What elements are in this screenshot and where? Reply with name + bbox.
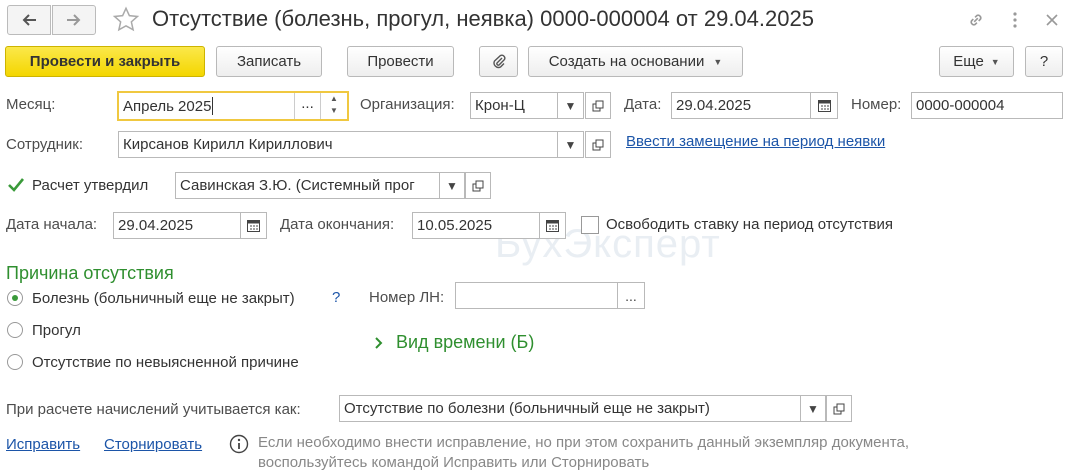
time-type-label: Вид времени (Б) bbox=[396, 332, 535, 352]
end-date-calendar-button[interactable] bbox=[539, 212, 566, 239]
month-select-button[interactable]: ... bbox=[294, 93, 320, 119]
reason-radio-unknown[interactable] bbox=[7, 354, 23, 370]
free-rate-checkbox[interactable] bbox=[581, 216, 599, 234]
number-label: Номер: bbox=[851, 96, 902, 113]
approved-checkbox[interactable] bbox=[7, 176, 25, 194]
start-date-calendar-button[interactable] bbox=[240, 212, 267, 239]
ln-number-label: Номер ЛН: bbox=[369, 289, 445, 306]
info-text: Если необходимо внести исправление, но п… bbox=[258, 433, 1058, 473]
checkmark-icon bbox=[8, 178, 25, 192]
approved-field[interactable]: Савинская З.Ю. (Системный прог bbox=[175, 172, 440, 199]
help-button[interactable]: ? bbox=[1025, 46, 1063, 77]
month-label: Месяц: bbox=[6, 96, 56, 113]
reason-truancy-label: Прогул bbox=[32, 322, 81, 339]
start-date-field[interactable]: 29.04.2025 bbox=[113, 212, 241, 239]
calendar-icon bbox=[546, 220, 559, 232]
employee-dropdown[interactable]: ▼ bbox=[557, 131, 584, 158]
calc-field[interactable]: Отсутствие по болезни (больничный еще не… bbox=[339, 395, 801, 422]
reason-unknown-label: Отсутствие по невыясненной причине bbox=[32, 354, 299, 371]
organization-dropdown[interactable]: ▼ bbox=[557, 92, 584, 119]
date-label: Дата: bbox=[624, 96, 662, 113]
open-window-icon bbox=[472, 180, 484, 191]
forward-button[interactable] bbox=[52, 5, 96, 35]
open-window-icon bbox=[833, 403, 845, 414]
calendar-icon bbox=[247, 220, 260, 232]
chevron-right-icon bbox=[375, 336, 383, 349]
number-field[interactable]: 0000-000004 bbox=[911, 92, 1063, 119]
ln-number-select-button[interactable]: ... bbox=[617, 282, 645, 309]
favorite-star-icon[interactable] bbox=[110, 5, 142, 35]
organization-field[interactable]: Крон-Ц bbox=[470, 92, 558, 119]
window-title: Отсутствие (болезнь, прогул, неявка) 000… bbox=[152, 6, 814, 31]
month-spinner[interactable]: ▲ ▼ bbox=[320, 93, 347, 119]
approved-label: Расчет утвердил bbox=[32, 177, 149, 194]
save-button[interactable]: Записать bbox=[216, 46, 322, 77]
ln-number-field[interactable] bbox=[455, 282, 618, 309]
info-icon bbox=[229, 434, 249, 454]
employee-open-button[interactable] bbox=[585, 131, 611, 158]
open-window-icon bbox=[592, 139, 604, 150]
arrow-left-icon bbox=[22, 14, 36, 26]
reason-radio-illness[interactable] bbox=[7, 290, 23, 306]
fix-link[interactable]: Исправить bbox=[6, 436, 80, 453]
calc-label: При расчете начислений учитывается как: bbox=[6, 401, 301, 418]
help-question-icon[interactable]: ? bbox=[332, 289, 340, 306]
reverse-link[interactable]: Сторнировать bbox=[104, 436, 202, 453]
month-value: Апрель 2025 bbox=[123, 97, 212, 115]
organization-open-button[interactable] bbox=[585, 92, 611, 119]
approved-dropdown[interactable]: ▼ bbox=[439, 172, 465, 199]
employee-field[interactable]: Кирсанов Кирилл Кириллович bbox=[118, 131, 558, 158]
info-line-2: воспользуйтесь командой Исправить или Ст… bbox=[258, 454, 650, 471]
reason-heading: Причина отсутствия bbox=[6, 263, 174, 283]
create-based-on-label: Создать на основании bbox=[548, 53, 705, 70]
calc-open-button[interactable] bbox=[826, 395, 852, 422]
replacement-link[interactable]: Ввести замещение на период неявки bbox=[626, 133, 885, 150]
dropdown-arrow-icon: ▼ bbox=[990, 56, 1000, 67]
time-type-expander[interactable]: Вид времени (Б) bbox=[374, 332, 534, 353]
back-button[interactable] bbox=[7, 5, 51, 35]
employee-label: Сотрудник: bbox=[6, 136, 84, 153]
end-date-label: Дата окончания: bbox=[280, 216, 395, 233]
create-based-on-button[interactable]: Создать на основании ▼ bbox=[528, 46, 743, 77]
end-date-field[interactable]: 10.05.2025 bbox=[412, 212, 540, 239]
open-window-icon bbox=[592, 100, 604, 111]
calc-dropdown[interactable]: ▼ bbox=[800, 395, 826, 422]
organization-label: Организация: bbox=[360, 96, 455, 113]
link-icon[interactable] bbox=[963, 8, 989, 32]
calendar-icon bbox=[817, 100, 831, 112]
date-calendar-button[interactable] bbox=[810, 92, 838, 119]
start-date-label: Дата начала: bbox=[6, 216, 98, 233]
date-field[interactable]: 29.04.2025 bbox=[671, 92, 811, 119]
post-and-close-button[interactable]: Провести и закрыть bbox=[5, 46, 205, 77]
arrow-right-icon bbox=[67, 14, 81, 26]
attach-button[interactable] bbox=[479, 46, 518, 77]
dropdown-arrow-icon: ▼ bbox=[713, 56, 723, 67]
menu-kebab-icon[interactable] bbox=[1005, 8, 1025, 32]
close-icon[interactable] bbox=[1040, 8, 1064, 32]
more-label: Еще bbox=[953, 53, 984, 70]
reason-radio-truancy[interactable] bbox=[7, 322, 23, 338]
more-button[interactable]: Еще ▼ bbox=[939, 46, 1014, 77]
reason-illness-label: Болезнь (больничный еще не закрыт) bbox=[32, 290, 295, 307]
approved-open-button[interactable] bbox=[465, 172, 491, 199]
free-rate-label: Освободить ставку на период отсутствия bbox=[606, 216, 893, 233]
info-line-1: Если необходимо внести исправление, но п… bbox=[258, 434, 909, 451]
paperclip-icon bbox=[492, 54, 505, 68]
post-button[interactable]: Провести bbox=[347, 46, 454, 77]
